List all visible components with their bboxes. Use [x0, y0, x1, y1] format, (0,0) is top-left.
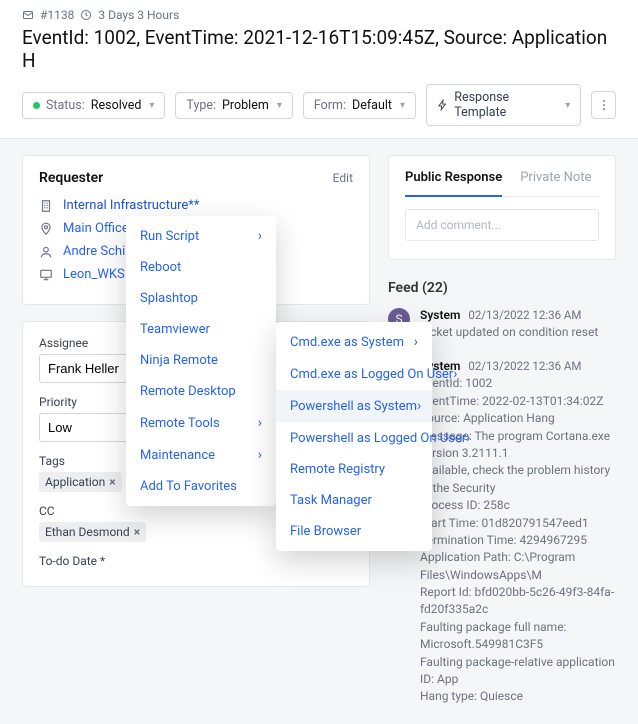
- type-dropdown[interactable]: Type: Problem ▾: [175, 92, 292, 119]
- chevron-right-icon: ›: [466, 430, 470, 446]
- chevron-right-icon: ›: [258, 228, 262, 244]
- tag-chip[interactable]: Application ×: [39, 472, 122, 492]
- chevron-right-icon: ›: [414, 334, 418, 350]
- edit-requester-link[interactable]: Edit: [333, 171, 353, 185]
- ticket-age: 3 Days 3 Hours: [98, 8, 179, 22]
- location-icon: [39, 222, 53, 236]
- feed-author: System: [420, 308, 460, 322]
- comment-input[interactable]: Add comment...: [405, 209, 599, 241]
- page-title: EventId: 1002, EventTime: 2021-12-16T15:…: [22, 26, 616, 72]
- submenu-item-remote-registry[interactable]: Remote Registry: [276, 454, 432, 485]
- status-dropdown[interactable]: Status: Resolved ▾: [22, 92, 165, 119]
- remove-tag-icon[interactable]: ×: [109, 475, 115, 489]
- more-actions-button[interactable]: [591, 91, 616, 119]
- menu-item-splashtop[interactable]: Splashtop: [126, 283, 276, 314]
- chevron-down-icon: ▾: [565, 100, 570, 111]
- feed-title: Feed (22): [388, 280, 616, 296]
- mail-icon: [22, 9, 34, 21]
- chevron-right-icon: ›: [258, 447, 262, 463]
- chevron-down-icon: ▾: [400, 100, 405, 111]
- submenu-item-cmd-exe-as-logged-on-user[interactable]: Cmd.exe as Logged On User›: [276, 358, 432, 390]
- feed-text: EventId: 1002 EventTime: 2022-02-13T01:3…: [420, 375, 616, 705]
- org-link[interactable]: Internal Infrastructure**: [63, 198, 200, 213]
- feed-time: 02/13/2022 12:36 AM: [468, 308, 581, 322]
- menu-item-add-to-favorites[interactable]: Add To Favorites: [126, 471, 276, 502]
- submenu-item-cmd-exe-as-system[interactable]: Cmd.exe as System›: [276, 326, 432, 358]
- person-icon: [39, 245, 53, 259]
- device-link[interactable]: Leon_WKS: [63, 267, 125, 282]
- remote-tools-submenu: Cmd.exe as System›Cmd.exe as Logged On U…: [276, 322, 432, 551]
- chevron-right-icon: ›: [258, 415, 262, 431]
- feed-time: 02/13/2022 12:36 AM: [468, 359, 581, 373]
- device-context-menu: Run Script›RebootSplashtopTeamviewerNinj…: [126, 216, 276, 506]
- kebab-icon: [597, 98, 611, 112]
- todo-label: To-do Date *: [39, 554, 353, 568]
- chevron-right-icon: ›: [453, 366, 457, 382]
- chevron-down-icon: ▾: [149, 100, 154, 111]
- menu-item-maintenance[interactable]: Maintenance›: [126, 439, 276, 471]
- menu-item-teamviewer[interactable]: Teamviewer: [126, 314, 276, 345]
- menu-item-run-script[interactable]: Run Script›: [126, 220, 276, 252]
- menu-item-ninja-remote[interactable]: Ninja Remote: [126, 345, 276, 376]
- requester-title: Requester: [39, 170, 103, 186]
- location-link[interactable]: Main Office: [63, 221, 129, 236]
- tab-public-response[interactable]: Public Response: [405, 170, 502, 197]
- cc-chip[interactable]: Ethan Desmond ×: [39, 522, 146, 542]
- form-dropdown[interactable]: Form: Default ▾: [303, 92, 416, 119]
- monitor-icon: [39, 268, 53, 282]
- response-template-dropdown[interactable]: Response Template ▾: [426, 84, 581, 126]
- menu-item-remote-tools[interactable]: Remote Tools›: [126, 407, 276, 439]
- response-panel: Public Response Private Note Add comment…: [388, 155, 616, 260]
- submenu-item-powershell-as-system[interactable]: Powershell as System›: [276, 390, 432, 422]
- menu-item-remote-desktop[interactable]: Remote Desktop: [126, 376, 276, 407]
- ticket-number: #1138: [40, 8, 74, 22]
- clock-icon: [80, 9, 92, 21]
- chevron-down-icon: ▾: [277, 100, 282, 111]
- submenu-item-powershell-as-logged-on-user[interactable]: Powershell as Logged On User›: [276, 422, 432, 454]
- bolt-icon: [437, 99, 448, 111]
- tab-private-note[interactable]: Private Note: [520, 170, 591, 196]
- chevron-right-icon: ›: [417, 398, 421, 414]
- feed-text: Ticket updated on condition reset: [420, 324, 598, 341]
- menu-item-reboot[interactable]: Reboot: [126, 252, 276, 283]
- status-dot-icon: [33, 102, 40, 109]
- remove-cc-icon[interactable]: ×: [134, 525, 140, 539]
- building-icon: [39, 199, 53, 213]
- submenu-item-task-manager[interactable]: Task Manager: [276, 485, 432, 516]
- submenu-item-file-browser[interactable]: File Browser: [276, 516, 432, 547]
